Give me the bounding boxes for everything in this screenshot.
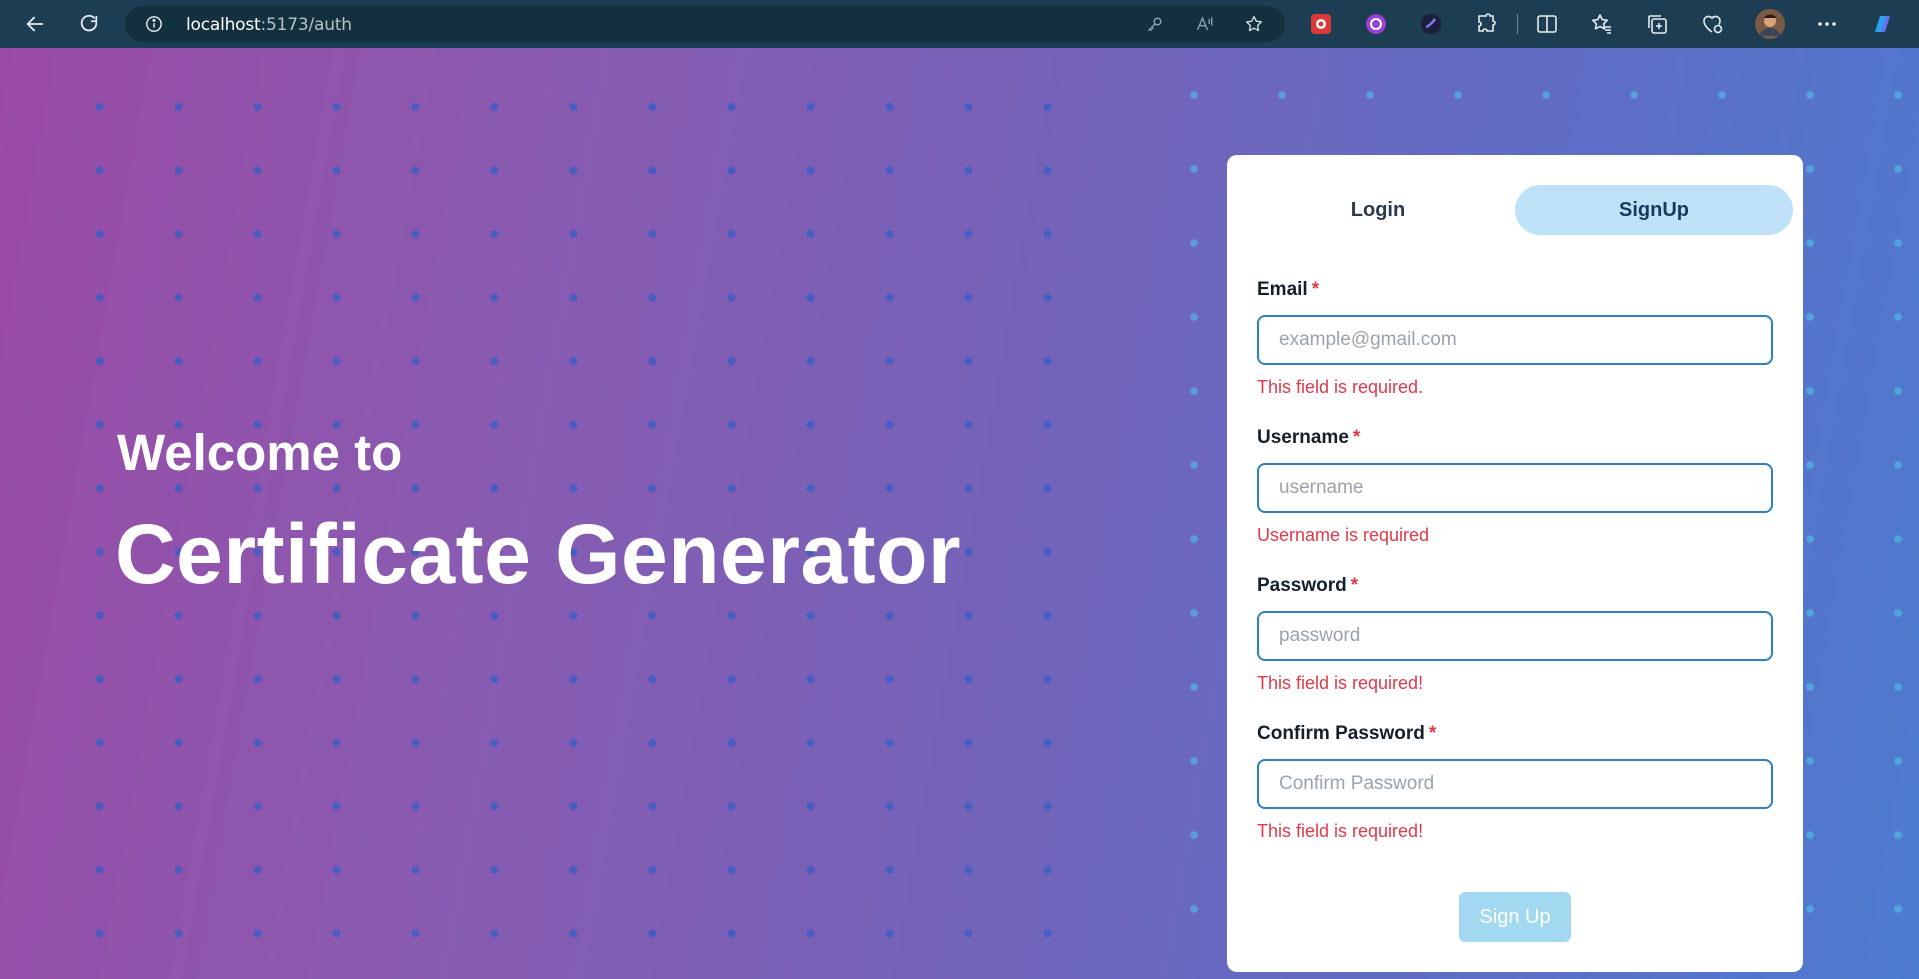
copilot-icon[interactable]	[1869, 11, 1895, 37]
extension-dark-icon[interactable]	[1418, 11, 1444, 37]
password-label: Password *	[1257, 575, 1359, 596]
sign-up-button[interactable]: Sign Up	[1459, 892, 1571, 942]
password-field[interactable]	[1257, 611, 1773, 661]
address-bar[interactable]: localhost:5173/auth	[125, 6, 1285, 42]
confirm-password-field[interactable]	[1257, 759, 1773, 809]
required-marker: *	[1311, 279, 1320, 300]
confirm-password-error: This field is required!	[1257, 821, 1424, 841]
collections-icon[interactable]	[1644, 11, 1670, 37]
url-text: localhost:5173/auth	[186, 15, 352, 35]
tab-login[interactable]: Login	[1239, 185, 1517, 235]
profile-avatar[interactable]	[1755, 9, 1785, 39]
username-error: Username is required	[1257, 525, 1430, 545]
tab-signup[interactable]: SignUp	[1515, 185, 1793, 235]
app-title: Certificate Generator	[115, 507, 962, 601]
email-error: This field is required.	[1257, 377, 1424, 397]
split-screen-icon[interactable]	[1534, 11, 1560, 37]
required-marker: *	[1350, 575, 1359, 596]
refresh-icon[interactable]	[71, 6, 107, 42]
extension-red-icon[interactable]	[1308, 11, 1334, 37]
confirm-password-label: Confirm Password *	[1257, 723, 1437, 744]
auth-card: Login SignUp Email* This field is requir…	[1227, 155, 1803, 972]
key-icon[interactable]	[1145, 14, 1165, 34]
email-label: Email *	[1257, 279, 1320, 300]
more-icon[interactable]	[1814, 11, 1840, 37]
browser-essentials-icon[interactable]	[1699, 11, 1725, 37]
site-info-icon[interactable]	[145, 15, 163, 33]
extension-purple-icon[interactable]	[1363, 11, 1389, 37]
favorite-star-icon[interactable]	[1244, 14, 1264, 34]
username-label: Username *	[1257, 427, 1361, 448]
back-icon[interactable]	[17, 6, 53, 42]
username-field[interactable]	[1257, 463, 1773, 513]
favorites-icon[interactable]	[1589, 11, 1615, 37]
welcome-heading: Welcome to	[117, 424, 403, 481]
read-aloud-icon[interactable]	[1195, 14, 1215, 34]
required-marker: *	[1352, 427, 1361, 448]
extensions-puzzle-icon[interactable]	[1473, 11, 1499, 37]
toolbar-divider	[1517, 14, 1518, 34]
browser-toolbar: localhost:5173/auth	[0, 0, 1919, 48]
password-error: This field is required!	[1257, 673, 1424, 693]
email-field[interactable]	[1257, 315, 1773, 365]
auth-page: Welcome to Certificate Generator Login S…	[0, 48, 1919, 979]
required-marker: *	[1428, 723, 1437, 744]
